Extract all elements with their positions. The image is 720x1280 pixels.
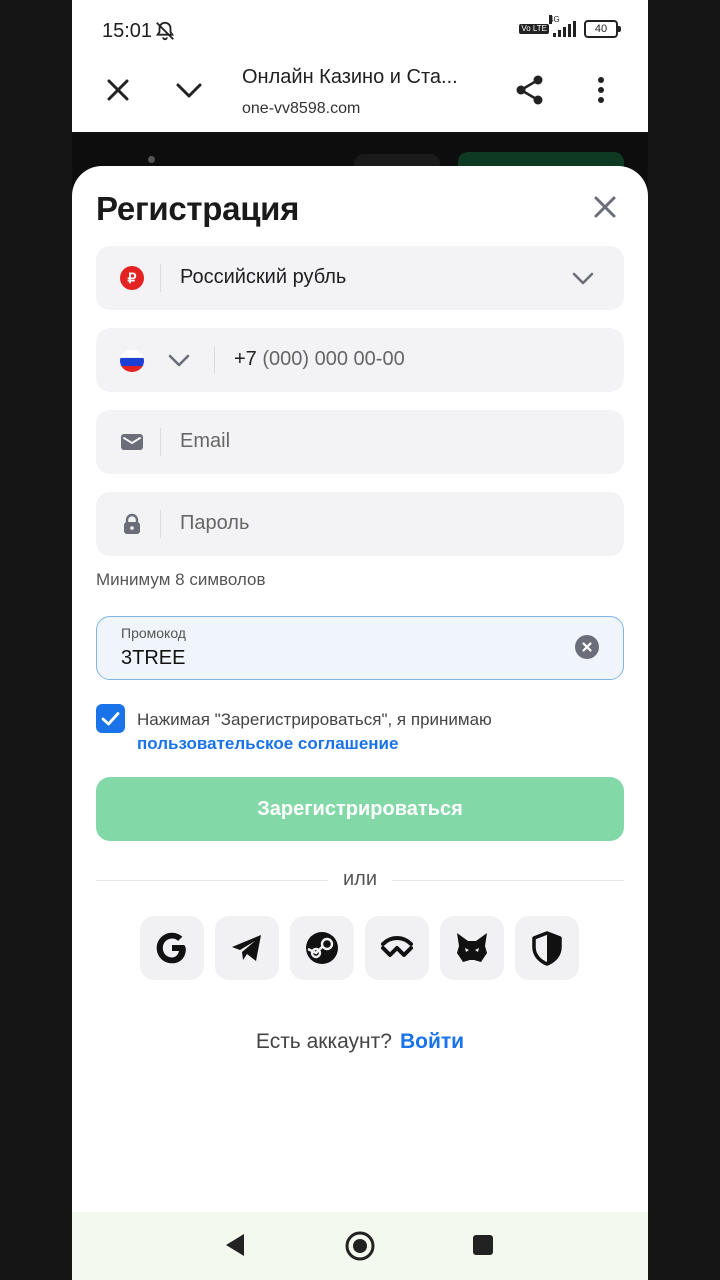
mail-icon [121, 434, 143, 450]
email-input[interactable]: Email [180, 430, 230, 453]
phone-placeholder: (000) 000 00-00 [262, 348, 405, 370]
metamask-login-button[interactable] [440, 916, 504, 980]
shield-login-button[interactable] [515, 916, 579, 980]
telegram-login-button[interactable] [215, 916, 279, 980]
social-login-row [140, 916, 579, 980]
phone-input[interactable]: +7 (000) 000 00-00 [234, 348, 405, 371]
phone-screen: 15:01 Vo LTE 4G 40 Онлайн Казино и Ста..… [72, 0, 648, 1280]
status-bar: 15:01 Vo LTE 4G 40 [72, 0, 648, 62]
ruble-icon: ₽ [120, 266, 144, 290]
telegram-icon [232, 935, 261, 961]
password-input[interactable]: Пароль [180, 512, 249, 535]
login-link[interactable]: Войти [400, 1030, 464, 1053]
more-vert-icon[interactable] [592, 74, 610, 106]
email-field[interactable]: Email [96, 410, 624, 474]
check-icon [101, 712, 120, 726]
password-hint: Минимум 8 символов [96, 570, 266, 589]
recents-icon[interactable] [472, 1234, 494, 1256]
page-url: one-vv8598.com [242, 100, 361, 117]
signal-icon: 4G [549, 15, 576, 37]
shield-icon [532, 931, 562, 966]
steam-icon [306, 932, 338, 964]
login-prompt: Есть аккаунт? Войти [72, 1030, 648, 1054]
close-icon[interactable] [592, 194, 618, 220]
status-time: 15:01 [102, 20, 153, 42]
network-type: 4G [549, 15, 560, 24]
promo-code-field[interactable]: Промокод 3TREE [96, 616, 624, 680]
have-account-text: Есть аккаунт? [255, 1030, 392, 1053]
password-field[interactable]: Пароль [96, 492, 624, 556]
bell-off-icon [155, 21, 175, 41]
page-title: Онлайн Казино и Ста... [242, 66, 458, 88]
google-login-button[interactable] [140, 916, 204, 980]
back-icon[interactable] [224, 1232, 246, 1258]
currency-value: Российский рубль [180, 266, 347, 288]
or-divider: или [96, 866, 624, 894]
promo-input[interactable]: 3TREE [121, 647, 185, 670]
share-icon[interactable] [514, 74, 546, 106]
clear-icon[interactable] [575, 635, 599, 659]
promo-label: Промокод [121, 625, 186, 641]
user-agreement-link[interactable]: пользовательское соглашение [137, 732, 607, 756]
agreement-text: Нажимая "Зарегистрироваться", я принимаю… [137, 708, 607, 756]
volte-badge: Vo LTE [519, 24, 549, 34]
agreement-label: Нажимая "Зарегистрироваться", я принимаю [137, 710, 492, 729]
walletconnect-icon [381, 936, 413, 957]
phone-field[interactable]: +7 (000) 000 00-00 [96, 328, 624, 392]
russia-flag-icon[interactable] [120, 350, 144, 372]
agreement-checkbox[interactable] [96, 704, 125, 733]
steam-login-button[interactable] [290, 916, 354, 980]
google-icon [156, 932, 186, 964]
close-tab-icon[interactable] [104, 76, 132, 104]
chevron-down-icon[interactable] [174, 76, 204, 104]
walletconnect-login-button[interactable] [365, 916, 429, 980]
home-icon[interactable] [344, 1230, 376, 1262]
currency-select[interactable]: ₽ Российский рубль [96, 246, 624, 310]
phone-prefix: +7 [234, 348, 257, 370]
register-button[interactable]: Зарегистрироваться [96, 777, 624, 841]
lock-icon [124, 513, 140, 534]
system-nav-bar [72, 1212, 648, 1280]
chevron-down-icon[interactable] [166, 348, 192, 372]
browser-toolbar: Онлайн Казино и Ста... one-vv8598.com [72, 62, 648, 134]
chevron-down-icon [572, 272, 594, 285]
metamask-fox-icon [457, 933, 487, 962]
status-icons: Vo LTE 4G 40 [519, 15, 621, 38]
battery-icon: 40 [584, 20, 621, 38]
registration-sheet: Регистрация ₽ Российский рубль +7 (000) … [72, 166, 648, 1212]
sheet-title: Регистрация [96, 190, 300, 227]
or-label: или [342, 868, 377, 890]
